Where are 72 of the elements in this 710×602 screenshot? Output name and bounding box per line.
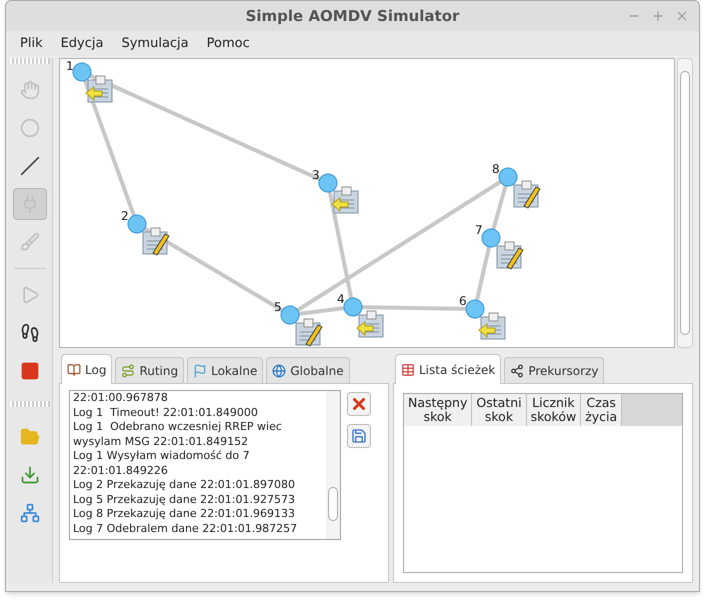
save-button[interactable] bbox=[347, 424, 371, 448]
tab[interactable]: Prekursorzy bbox=[504, 357, 604, 383]
node-label: 5 bbox=[274, 300, 282, 314]
maximize-icon[interactable] bbox=[651, 9, 665, 23]
folder-icon bbox=[20, 427, 40, 447]
network-node[interactable] bbox=[498, 168, 518, 186]
document-pencil-icon bbox=[142, 228, 170, 256]
brush-icon bbox=[20, 232, 40, 252]
share-icon bbox=[510, 364, 524, 378]
tab[interactable]: Lista ścieżek bbox=[395, 354, 502, 384]
document-arrow-icon bbox=[331, 186, 358, 214]
node-label: 6 bbox=[459, 294, 467, 308]
close-icon[interactable] bbox=[675, 9, 689, 23]
network-node[interactable] bbox=[72, 62, 92, 82]
node-label: 4 bbox=[337, 292, 345, 306]
scrollbar[interactable] bbox=[326, 391, 340, 539]
footprints-icon bbox=[20, 323, 40, 343]
node-label: 7 bbox=[475, 223, 483, 237]
clear-button[interactable] bbox=[347, 392, 371, 416]
column-header[interactable]: Następny skok bbox=[404, 394, 472, 426]
log-line: Log 8 Przekazuję dane 22:01:01.969133 bbox=[73, 507, 296, 522]
log-line: Log 1 Odebrano wczesniej RREP wiec wysylam MSG 22:01:01.849152 bbox=[73, 420, 283, 449]
document-arrow-icon bbox=[356, 310, 384, 338]
log-line: Log 7 Odebralem dane 22:01:01.987257 bbox=[73, 522, 298, 536]
table-icon bbox=[401, 362, 415, 376]
toolbar-grip[interactable] bbox=[10, 401, 50, 407]
document-arrow-icon bbox=[85, 76, 112, 102]
node-label: 2 bbox=[121, 209, 129, 223]
menu-item[interactable]: Symulacja bbox=[113, 34, 197, 54]
log-line: 22:01:00.967878 bbox=[73, 391, 169, 406]
log-line: Log 1 Wysyłam wiadomość do 7 22:01:01.849226 bbox=[73, 449, 251, 478]
save-icon bbox=[351, 428, 367, 444]
tab[interactable]: Lokalne bbox=[187, 357, 264, 383]
route-icon bbox=[121, 364, 136, 378]
flag-icon bbox=[193, 364, 208, 378]
tab[interactable]: Globalne bbox=[266, 357, 350, 383]
network-icon bbox=[20, 503, 40, 523]
tab[interactable]: Ruting bbox=[115, 357, 184, 383]
menu-item[interactable]: Pomoc bbox=[198, 34, 258, 54]
log-line: Log 2 Przekazuję dane 22:01:01.897080 bbox=[73, 478, 296, 492]
document-pencil-icon bbox=[514, 180, 541, 209]
column-header[interactable]: Licznik skoków bbox=[526, 394, 582, 426]
log-line: Log 1 Timeout! 22:01:01.849000 bbox=[73, 406, 259, 420]
network-node[interactable] bbox=[482, 228, 500, 248]
scrollbar[interactable] bbox=[677, 58, 693, 348]
network-node[interactable] bbox=[344, 298, 362, 316]
circle-icon bbox=[20, 118, 40, 138]
book-icon bbox=[67, 362, 81, 376]
menu-item[interactable]: Plik bbox=[12, 34, 51, 54]
log-line: Log 5 Przekazuję dane 22:01:01.927573 bbox=[73, 492, 296, 507]
network-node[interactable] bbox=[280, 306, 300, 324]
node-label: 8 bbox=[492, 162, 500, 176]
globe-icon bbox=[272, 364, 286, 378]
hand-icon bbox=[20, 80, 40, 100]
document-arrow-icon bbox=[478, 312, 506, 340]
column-header[interactable]: Ostatni skok bbox=[472, 394, 527, 426]
download-icon bbox=[20, 465, 40, 485]
node-label: 1 bbox=[66, 59, 74, 73]
window-title: Simple AOMDV Simulator bbox=[246, 6, 460, 27]
document-pencil-icon bbox=[496, 242, 524, 270]
close-icon bbox=[350, 395, 368, 413]
network-node[interactable] bbox=[318, 174, 338, 192]
network-node[interactable] bbox=[466, 300, 484, 318]
line-icon bbox=[20, 156, 40, 176]
menu-item[interactable]: Edycja bbox=[52, 34, 112, 54]
network-canvas[interactable]: 1 2 3 4 5 6 7 8 bbox=[59, 58, 675, 348]
network-node[interactable] bbox=[128, 214, 146, 234]
node-label: 3 bbox=[312, 168, 320, 182]
tab[interactable]: Log bbox=[61, 354, 112, 384]
document-pencil-icon bbox=[296, 318, 323, 347]
column-header[interactable]: Czas życia bbox=[581, 394, 622, 426]
stop-icon bbox=[20, 361, 40, 381]
